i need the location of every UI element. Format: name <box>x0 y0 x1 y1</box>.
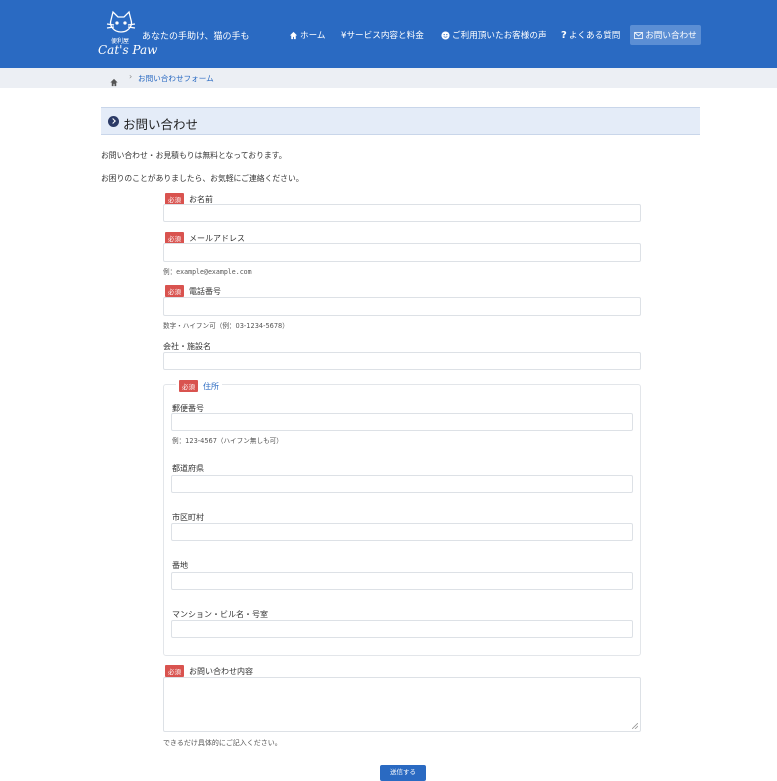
cat-logo-icon <box>106 10 136 33</box>
logo-main-text: Cat's Paw <box>98 43 158 57</box>
envelope-icon <box>634 31 644 39</box>
postal-input[interactable] <box>171 413 633 431</box>
address-legend-text: 住所 <box>203 381 219 391</box>
breadcrumb-home-link[interactable] <box>109 72 119 91</box>
required-badge: 必須 <box>165 665 184 677</box>
name-label-text: お名前 <box>189 194 213 204</box>
email-label-text: メールアドレス <box>189 233 245 243</box>
nav-voice-label: ご利用頂いたお客様の声 <box>452 31 547 41</box>
phone-label: 必須 電話番号 <box>165 285 221 297</box>
chevron-right-icon: › <box>129 72 133 81</box>
company-label: 会社・施設名 <box>163 341 211 352</box>
required-badge: 必須 <box>179 380 198 392</box>
page-title-box: お問い合わせ <box>101 107 700 135</box>
site-header: 便利屋 Cat's Paw あなたの手助け、猫の手も ホーム ¥サービス内容と料… <box>0 0 777 68</box>
company-input[interactable] <box>163 352 641 370</box>
nav-faq[interactable]: ? よくある質問 <box>561 29 621 42</box>
nav-service-label: ¥サービス内容と料金 <box>341 31 424 41</box>
phone-input[interactable] <box>163 297 641 316</box>
resize-handle-icon[interactable] <box>632 723 638 729</box>
street-input[interactable] <box>171 572 633 590</box>
submit-button[interactable]: 送信する <box>380 765 426 781</box>
phone-label-text: 電話番号 <box>189 286 221 296</box>
intro-text-2: お困りのことがありましたら、お気軽にご連絡ください。 <box>101 174 304 183</box>
company-label-text: 会社・施設名 <box>163 342 211 351</box>
name-input[interactable] <box>163 204 641 222</box>
building-input[interactable] <box>171 620 633 638</box>
prefecture-input[interactable] <box>171 475 633 493</box>
required-badge: 必須 <box>165 285 184 297</box>
site-logo[interactable]: 便利屋 Cat's Paw <box>98 10 157 60</box>
breadcrumb: › お問い合わせフォーム <box>0 68 777 88</box>
smile-icon <box>441 30 450 40</box>
nav-home-label: ホーム <box>300 31 326 41</box>
message-label: 必須 お問い合わせ内容 <box>165 665 253 677</box>
postal-help: 例：123-4567（ハイフン無しも可） <box>172 437 283 445</box>
home-icon <box>110 78 118 87</box>
message-label-text: お問い合わせ内容 <box>189 666 253 676</box>
building-label-text: マンション・ビル名・号室 <box>172 610 268 619</box>
breadcrumb-current: お問い合わせフォーム <box>138 74 214 83</box>
building-label: マンション・ビル名・号室 <box>172 609 268 620</box>
intro-text-1: お問い合わせ・お見積もりは無料となっております。 <box>101 151 287 160</box>
nav-home[interactable]: ホーム <box>289 29 326 41</box>
city-label: 市区町村 <box>172 512 204 523</box>
nav-voice[interactable]: ご利用頂いたお客様の声 <box>441 29 547 41</box>
city-input[interactable] <box>171 523 633 541</box>
city-label-text: 市区町村 <box>172 513 204 522</box>
nav-faq-label: よくある質問 <box>568 31 621 41</box>
message-textarea[interactable] <box>163 677 641 732</box>
home-icon <box>289 31 298 39</box>
question-icon: ? <box>561 29 567 41</box>
street-label-text: 番地 <box>172 561 188 570</box>
nav-contact[interactable]: お問い合わせ <box>630 25 701 45</box>
street-label: 番地 <box>172 560 188 571</box>
prefecture-label: 都道府県 <box>172 463 204 474</box>
chevron-circle-right-icon <box>108 116 119 127</box>
nav-service[interactable]: ¥サービス内容と料金 <box>341 29 424 41</box>
site-tagline: あなたの手助け、猫の手も <box>142 32 250 42</box>
email-input[interactable] <box>163 243 641 262</box>
nav-contact-label: お問い合わせ <box>645 31 697 41</box>
page-title: お問い合わせ <box>123 117 199 132</box>
phone-help: 数字・ハイフン可（例：03-1234-5678） <box>163 322 289 330</box>
prefecture-label-text: 都道府県 <box>172 464 204 473</box>
address-legend: 必須 住所 <box>176 380 222 392</box>
email-help: 例：example@example.com <box>163 268 252 276</box>
message-help: できるだけ具体的にご記入ください。 <box>163 739 282 747</box>
